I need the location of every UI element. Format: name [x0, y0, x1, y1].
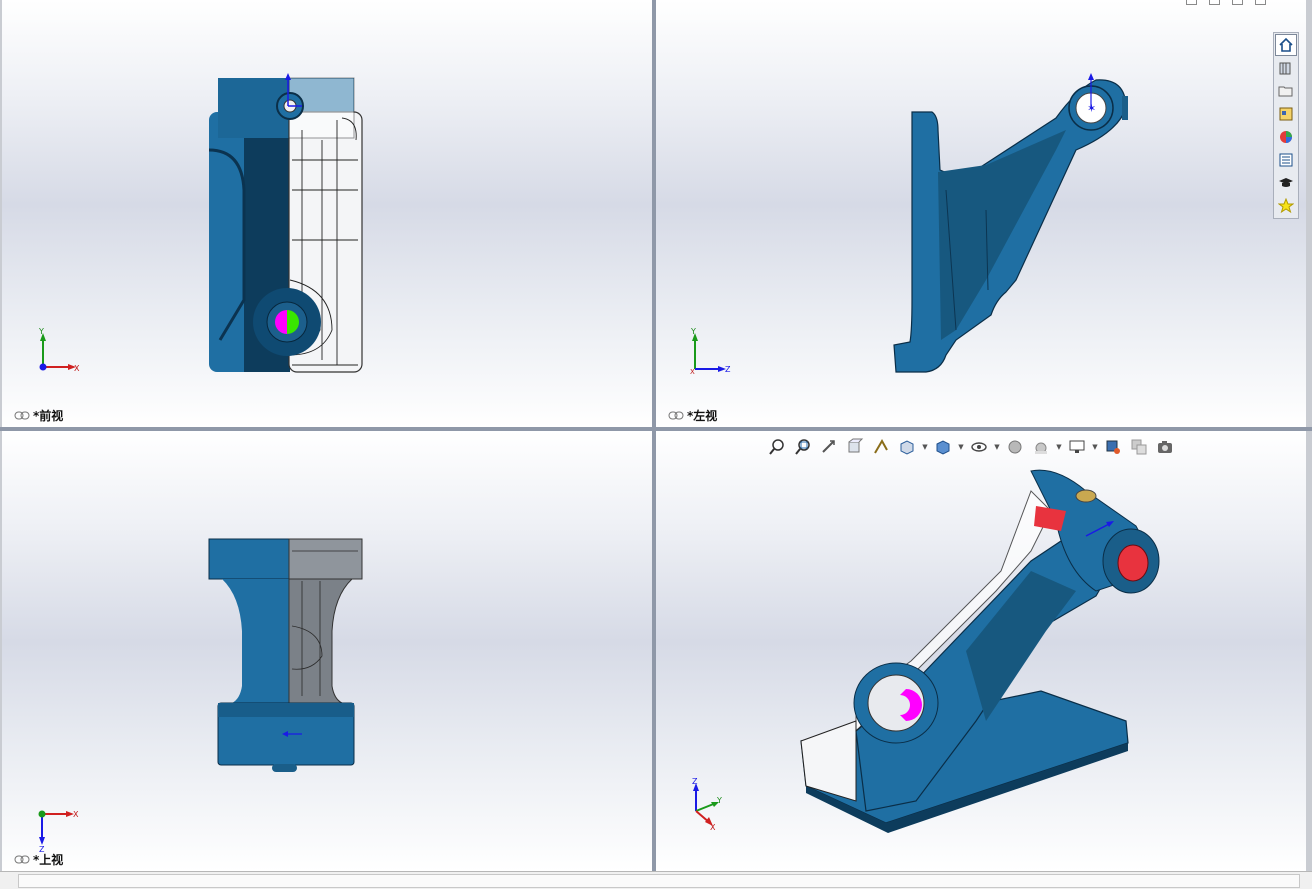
- svg-text:Z: Z: [725, 365, 731, 374]
- section-view-icon[interactable]: [844, 437, 866, 457]
- view-palette-icon[interactable]: [1275, 103, 1297, 125]
- apply-scene-icon[interactable]: [1030, 437, 1052, 457]
- design-library-icon[interactable]: [1275, 57, 1297, 79]
- triad-top: Z X: [38, 810, 79, 854]
- zoom-to-area-icon[interactable]: [792, 437, 814, 457]
- svg-text:X: X: [710, 823, 716, 832]
- isometric-model: Z Y X: [692, 469, 1160, 833]
- window-restore-button-2[interactable]: [1209, 0, 1220, 5]
- appearances-icon[interactable]: [1275, 126, 1297, 148]
- svg-text:✶: ✶: [1087, 102, 1096, 115]
- view-label-top-text: *上视: [33, 853, 64, 867]
- view-label-top: *上视: [14, 851, 63, 868]
- previous-view-icon[interactable]: [818, 437, 840, 457]
- camera-icon[interactable]: [1154, 437, 1176, 457]
- view-label-front: *前视: [14, 407, 63, 424]
- custom-properties-icon[interactable]: [1275, 149, 1297, 171]
- chevron-down-icon[interactable]: ▼: [958, 443, 964, 451]
- window-minimize-button[interactable]: [1232, 0, 1243, 5]
- top-model: Z X: [38, 538, 363, 854]
- front-model: Y X: [38, 73, 363, 373]
- heads-up-view-toolbar: ▼ ▼ ▼ ▼ ▼: [766, 437, 1176, 457]
- link-icon: [668, 411, 684, 420]
- svg-text:X: X: [74, 364, 80, 373]
- tutorials-icon[interactable]: [1275, 172, 1297, 194]
- link-icon: [14, 855, 30, 864]
- view-label-front-text: *前视: [33, 409, 64, 423]
- viewport-top[interactable]: Z X *上视: [2, 431, 652, 871]
- top-flange: [208, 538, 290, 580]
- window-close-button[interactable]: [1255, 0, 1266, 5]
- window-controls: [1186, 0, 1266, 5]
- viewport-splitter-horizontal[interactable]: [0, 427, 1312, 431]
- rotate-view-icon[interactable]: [1102, 437, 1124, 457]
- view-label-left-text: *左视: [687, 409, 718, 423]
- svg-text:Z: Z: [692, 777, 698, 786]
- view-orientation-icon[interactable]: [896, 437, 918, 457]
- triad-left: Y Z X: [690, 327, 731, 376]
- view-settings-icon[interactable]: [1066, 437, 1088, 457]
- chevron-down-icon[interactable]: ▼: [994, 443, 1000, 451]
- left-model: ✶ Y Z X: [690, 73, 1128, 376]
- hide-show-items-icon[interactable]: [968, 437, 990, 457]
- viewport-isometric[interactable]: ▼ ▼ ▼ ▼ ▼ Z Y X: [656, 431, 1306, 871]
- view-label-left: *左视: [668, 407, 717, 424]
- svg-text:X: X: [690, 368, 695, 376]
- favorites-icon[interactable]: [1275, 195, 1297, 217]
- svg-text:X: X: [73, 810, 79, 819]
- svg-text:Y: Y: [690, 327, 696, 336]
- triad-front: Y X: [38, 327, 80, 373]
- horizontal-scrollbar[interactable]: [0, 871, 1312, 889]
- zoom-to-fit-icon[interactable]: [766, 437, 788, 457]
- triad-isometric: Z Y X: [692, 777, 722, 832]
- chevron-down-icon[interactable]: ▼: [1092, 443, 1098, 451]
- 3d-drawing-view-icon[interactable]: [1128, 437, 1150, 457]
- viewport-front[interactable]: Y X *前视: [2, 0, 652, 427]
- scrollbar-track[interactable]: [18, 874, 1300, 888]
- task-pane-tabs: [1273, 32, 1299, 219]
- viewport-left[interactable]: ✶ Y Z X *左视: [656, 0, 1306, 427]
- dynamic-annotation-icon[interactable]: [870, 437, 892, 457]
- display-style-icon[interactable]: [932, 437, 954, 457]
- chevron-down-icon[interactable]: ▼: [922, 443, 928, 451]
- viewport-splitter-vertical[interactable]: [652, 0, 656, 871]
- svg-text:Y: Y: [716, 796, 722, 805]
- link-icon: [14, 411, 30, 420]
- file-explorer-icon[interactable]: [1275, 80, 1297, 102]
- edit-appearance-icon[interactable]: [1004, 437, 1026, 457]
- window-restore-button[interactable]: [1186, 0, 1197, 5]
- chevron-down-icon[interactable]: ▼: [1056, 443, 1062, 451]
- home-icon[interactable]: [1275, 34, 1297, 56]
- svg-text:Y: Y: [38, 327, 44, 336]
